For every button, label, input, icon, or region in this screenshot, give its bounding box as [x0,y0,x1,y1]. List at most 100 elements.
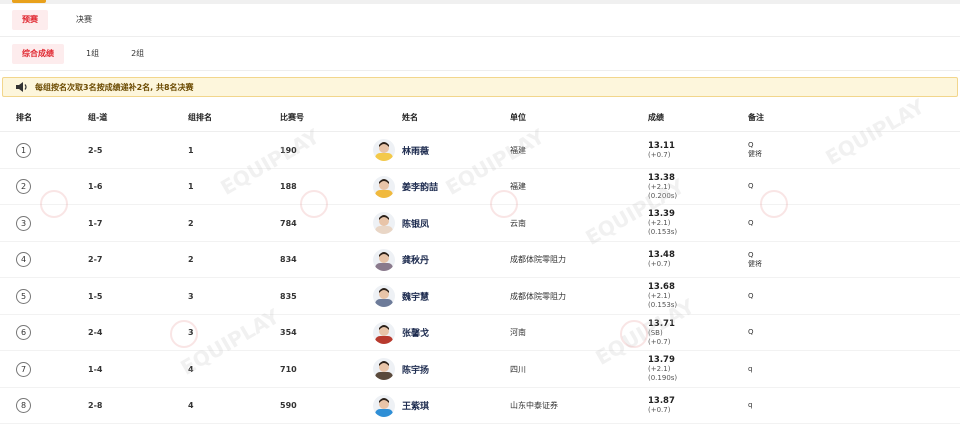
athlete-name[interactable]: 陈宇扬 [402,351,429,387]
group-lane-cell: 1-6 [88,182,103,191]
result-cell: 13.71 (SB) (+0.7) [648,315,675,351]
header-unit: 单位 [510,113,526,122]
table-row[interactable]: 1 2-5 1 190 林雨薇 福建 13.11 (+0.7) Q 健将 [0,132,960,169]
active-tab-indicator [12,0,46,3]
avatar[interactable] [373,285,395,307]
bib-cell: 710 [280,364,297,374]
group-lane-cell: 1-4 [88,364,103,374]
qualify-mark: Q [748,250,754,259]
group-rank-cell: 3 [188,291,194,301]
result-cell: 13.11 (+0.7) [648,132,675,168]
group-lane-cell: 1-7 [88,218,103,228]
bib-cell: 354 [280,328,297,337]
rank-cell: 5 [16,278,31,314]
group-rank-cell: 4 [188,364,194,374]
table-body: 1 2-5 1 190 林雨薇 福建 13.11 (+0.7) Q 健将 2 1… [0,132,960,424]
avatar[interactable] [373,321,395,344]
header-bib: 比赛号 [280,113,304,122]
table-row[interactable]: 2 1-6 1 188 姜李韵喆 福建 13.38 (+2.1) (0.200s)… [0,169,960,205]
group-lane-cell: 2-8 [88,401,103,410]
table-row[interactable]: 6 2-4 3 354 张馨戈 河南 13.71 (SB) (+0.7) Q [0,315,960,351]
unit-cell: 云南 [510,218,526,228]
result-detail: (+0.7) [648,260,671,268]
avatar[interactable] [373,248,395,271]
athlete-name[interactable]: 张馨戈 [402,315,429,351]
athlete-name[interactable]: 林雨薇 [402,132,429,168]
result-cell: 13.68 (+2.1) (0.153s) [648,278,677,314]
result-detail: (+2.1) [648,365,671,373]
qualify-mark: Q [748,291,754,300]
bib-cell: 188 [280,182,297,191]
group-lane-cell: 1-5 [88,291,103,301]
results-table: 排名 组-道 组排名 比赛号 姓名 单位 成绩 备注 1 2-5 1 190 林… [0,104,960,424]
rank-badge: 8 [16,398,31,413]
avatar[interactable] [373,358,395,380]
rank-badge: 3 [16,215,31,231]
result-detail: (0.200s) [648,191,678,200]
avatar[interactable] [373,175,395,198]
table-row[interactable]: 4 2-7 2 834 龚秋丹 成都体院零阻力 13.48 (+0.7) Q 健… [0,242,960,278]
top-bar [0,0,960,4]
result-time: 13.38 [648,172,675,183]
rank-badge: 4 [16,252,31,267]
avatar[interactable] [373,394,395,417]
result-detail: (+2.1) [648,219,671,227]
rank-badge: 7 [16,361,31,377]
remark-cell: Q [748,169,754,205]
remark-cell: Q [748,205,754,241]
unit-cell: 河南 [510,328,526,337]
tab-group-2[interactable]: 2组 [121,44,154,64]
result-cell: 13.39 (+2.1) (0.153s) [648,205,677,241]
group-rank-cell: 2 [188,218,194,228]
rank-badge: 1 [16,142,31,158]
qualify-mark: Q [748,182,754,190]
result-detail: (0.153s) [648,228,678,236]
header-rank: 排名 [16,113,32,122]
header-result: 成绩 [648,113,664,122]
avatar-body [375,335,393,344]
athlete-name[interactable]: 龚秋丹 [402,242,429,278]
remark-cell: q [748,388,752,424]
avatar-body [375,299,393,307]
result-cell: 13.79 (+2.1) (0.190s) [648,351,677,387]
group-tabs: 综合成绩 1组 2组 [12,44,166,64]
group-lane-cell: 2-7 [88,255,103,264]
rank-cell: 6 [16,315,31,351]
rank-badge: 5 [16,288,31,304]
rank-badge: 2 [16,179,31,194]
group-rank-cell: 1 [188,145,194,155]
result-time: 13.39 [648,209,675,219]
avatar-body [375,226,393,234]
avatar[interactable] [373,212,395,234]
unit-cell: 成都体院零阻力 [510,291,566,301]
group-rank-cell: 2 [188,255,194,264]
avatar-body [375,153,393,161]
table-row[interactable]: 5 1-5 3 835 魏宇慧 成都体院零阻力 13.68 (+2.1) (0.1… [0,278,960,315]
divider [0,36,960,37]
avatar-body [375,262,393,271]
remark-cell: q [748,351,752,387]
result-detail: (+0.7) [648,337,671,346]
remark-cell: Q 健将 [748,242,762,278]
avatar[interactable] [373,139,395,161]
athlete-name[interactable]: 陈银凤 [402,205,429,241]
tab-final[interactable]: 决赛 [66,10,102,30]
table-row[interactable]: 7 1-4 4 710 陈宇扬 四川 13.79 (+2.1) (0.190s) … [0,351,960,388]
table-row[interactable]: 8 2-8 4 590 王紫琪 山东中泰证券 13.87 (+0.7) q [0,388,960,424]
athlete-name[interactable]: 魏宇慧 [402,278,429,314]
result-time: 13.68 [648,282,675,292]
tab-group-1[interactable]: 1组 [76,44,109,64]
speaker-icon [16,82,27,92]
rank-cell: 2 [16,169,31,205]
tab-preliminary[interactable]: 预赛 [12,10,48,30]
avatar-body [375,189,393,198]
athlete-name[interactable]: 姜李韵喆 [402,169,438,205]
athlete-name[interactable]: 王紫琪 [402,388,429,424]
result-detail: (0.190s) [648,374,678,382]
result-detail: (SB) [648,328,663,337]
result-time: 13.71 [648,318,675,329]
header-name: 姓名 [402,113,418,122]
table-row[interactable]: 3 1-7 2 784 陈银凤 云南 13.39 (+2.1) (0.153s) … [0,205,960,242]
avatar-body [375,372,393,380]
tab-overall[interactable]: 综合成绩 [12,44,64,64]
